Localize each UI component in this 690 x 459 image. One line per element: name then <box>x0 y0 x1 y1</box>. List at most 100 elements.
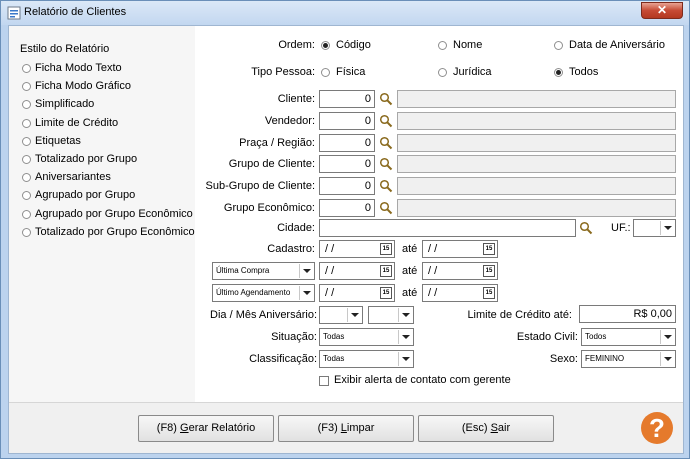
date-to-input[interactable]: / / 15 <box>422 262 498 280</box>
lookup-label: Cliente: <box>277 93 315 105</box>
estado-civil-select[interactable]: Todos <box>581 328 676 346</box>
report-style-radio-3[interactable] <box>22 118 31 128</box>
situacao-select[interactable]: Todas <box>319 328 414 346</box>
cidade-search-icon[interactable] <box>579 221 593 235</box>
estado-civil-dropdown-arrow-icon <box>660 330 674 344</box>
tipo-fisica-radio[interactable] <box>321 68 330 77</box>
date-type-dropdown-arrow-icon <box>299 286 313 300</box>
lookup-description-field <box>397 199 676 217</box>
cidade-label: Cidade: <box>277 222 315 234</box>
uf-label: UF.: <box>611 222 631 234</box>
report-style-radio-0[interactable] <box>22 64 31 73</box>
date-to-input[interactable]: / / 15 <box>422 284 498 302</box>
lookup-code-input[interactable]: 0 <box>319 199 375 217</box>
calendar-icon[interactable]: 15 <box>380 265 392 277</box>
uf-select[interactable] <box>633 219 676 237</box>
lookup-code-input[interactable]: 0 <box>319 90 375 108</box>
report-window: Relatório de Clientes ✕ Estilo do Relató… <box>0 0 690 459</box>
calendar-icon[interactable]: 15 <box>380 243 392 255</box>
mes-select[interactable] <box>368 306 414 324</box>
date-to-input[interactable]: / / 15 <box>422 240 498 258</box>
sair-button[interactable]: (Esc) Sair <box>418 415 554 442</box>
uf-dropdown-arrow-icon <box>660 221 674 235</box>
lookup-label: Grupo de Cliente: <box>228 158 315 171</box>
date-to-value: / / <box>428 243 438 255</box>
sexo-dropdown-arrow-icon <box>660 352 674 366</box>
lookup-search-icon[interactable] <box>379 179 393 193</box>
report-style-option-label: Ficha Modo Gráfico <box>35 80 131 93</box>
lookup-description-field <box>397 111 676 130</box>
report-style-option-label: Etiquetas <box>35 134 81 147</box>
limite-credito-label: Limite de Crédito até: <box>467 309 572 321</box>
lookup-search-icon[interactable] <box>379 114 393 128</box>
gerar-prefix: (F8) <box>156 422 181 434</box>
date-type-value: Última Compra <box>216 266 270 275</box>
ordem-nome-radio[interactable] <box>438 41 447 50</box>
date-from-input[interactable]: / / 15 <box>319 262 395 280</box>
lookup-label: Praça / Região: <box>239 136 315 149</box>
lookup-code-input[interactable]: 0 <box>319 177 375 196</box>
lookup-description-field <box>397 177 676 196</box>
limpar-rest: impar <box>346 422 375 434</box>
limite-credito-input[interactable]: R$ 0,00 <box>579 305 676 323</box>
help-icon[interactable]: ? <box>641 412 673 444</box>
classificacao-select[interactable]: Todas <box>319 350 414 368</box>
tipo-juridica-radio[interactable] <box>438 68 447 77</box>
sair-rest: air <box>497 422 511 434</box>
report-style-option-label: Aniversariantes <box>35 171 111 184</box>
lookup-description-field <box>397 90 676 108</box>
date-from-input[interactable]: / / 15 <box>319 284 395 302</box>
lookup-description-field <box>397 133 676 152</box>
calendar-icon[interactable]: 15 <box>380 287 392 299</box>
report-style-radio-8[interactable] <box>22 209 31 219</box>
report-style-radio-7[interactable] <box>22 191 31 201</box>
date-type-value: Último Agendamento <box>216 288 291 297</box>
date-range-separator: até <box>402 265 418 277</box>
limpar-button[interactable]: (F3) Limpar <box>278 415 414 442</box>
estado-civil-value: Todos <box>585 332 607 341</box>
date-from-value: / / <box>325 287 335 299</box>
window-title: Relatório de Clientes <box>24 6 127 18</box>
lookup-search-icon[interactable] <box>379 157 393 171</box>
ordem-aniversario-radio[interactable] <box>554 41 563 50</box>
lookup-code-input[interactable]: 0 <box>319 133 375 152</box>
situacao-dropdown-arrow-icon <box>398 330 412 344</box>
report-style-radio-6[interactable] <box>22 173 31 183</box>
lookup-search-icon[interactable] <box>379 201 393 215</box>
tipo-fisica-label: Física <box>336 66 366 78</box>
alerta-checkbox[interactable] <box>319 376 329 386</box>
calendar-icon[interactable]: 15 <box>483 243 495 255</box>
date-from-input[interactable]: / / 15 <box>319 240 395 258</box>
report-style-radio-2[interactable] <box>22 100 31 110</box>
report-style-radio-9[interactable] <box>22 227 31 237</box>
report-style-radio-1[interactable] <box>22 82 31 92</box>
lookup-search-icon[interactable] <box>379 92 393 106</box>
sexo-select[interactable]: FEMININO <box>581 350 676 368</box>
mes-dropdown-arrow-icon <box>398 308 412 322</box>
report-style-radio-4[interactable] <box>22 136 31 146</box>
cidade-input[interactable] <box>319 219 576 237</box>
ordem-codigo-radio[interactable] <box>321 41 330 50</box>
classificacao-label: Classificação: <box>249 353 317 365</box>
date-row-label: Cadastro: <box>267 243 315 255</box>
ordem-nome-label: Nome <box>453 39 483 51</box>
dia-select[interactable] <box>319 306 363 324</box>
close-button[interactable]: ✕ <box>641 2 683 19</box>
date-type-select[interactable]: Último Agendamento <box>212 284 315 302</box>
gerar-relatorio-button[interactable]: (F8) Gerar Relatório <box>138 415 274 442</box>
report-style-option-label: Limite de Crédito <box>35 116 119 129</box>
lookup-code-input[interactable]: 0 <box>319 155 375 174</box>
tipo-todos-radio[interactable] <box>554 68 563 77</box>
classificacao-value: Todas <box>323 354 345 363</box>
lookup-code-input[interactable]: 0 <box>319 111 375 130</box>
situacao-value: Todas <box>323 332 345 341</box>
report-style-radio-5[interactable] <box>22 155 31 164</box>
date-type-select[interactable]: Última Compra <box>212 262 315 280</box>
calendar-icon[interactable]: 15 <box>483 265 495 277</box>
ordem-label: Ordem: <box>278 39 315 51</box>
lookup-search-icon[interactable] <box>379 136 393 150</box>
limpar-prefix: (F3) <box>317 422 341 434</box>
date-from-value: / / <box>325 265 335 277</box>
calendar-icon[interactable]: 15 <box>483 287 495 299</box>
sair-accel: S <box>490 422 498 434</box>
